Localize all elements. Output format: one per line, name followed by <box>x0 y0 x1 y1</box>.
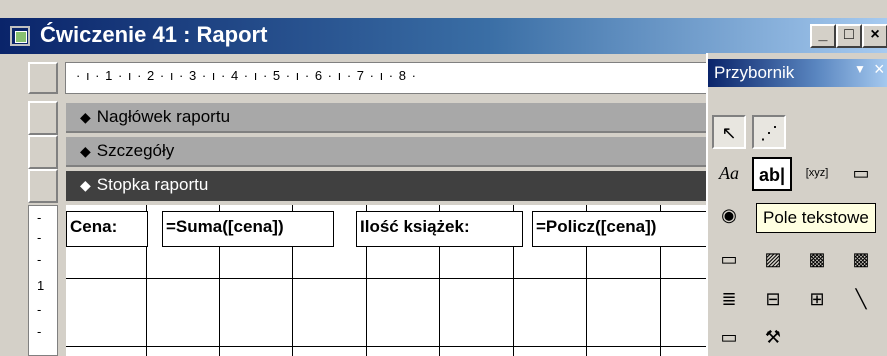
option-button-icon[interactable]: ◉ <box>712 199 746 233</box>
pointer-icon[interactable]: ↖ <box>712 115 746 149</box>
page-break-icon[interactable]: ≣ <box>712 283 746 317</box>
toolbox-menu-icon[interactable]: ▼ <box>854 62 866 76</box>
textbox-sum[interactable]: =Suma([cena]) <box>162 211 334 247</box>
ruler-tick: - <box>37 324 42 339</box>
line-icon[interactable]: ╲ <box>844 283 878 317</box>
subreport-icon[interactable]: ⊞ <box>800 283 834 317</box>
section-selector-detail[interactable] <box>28 135 58 169</box>
ruler-tick: - <box>37 252 42 267</box>
section-arrow-icon: ◆ <box>80 109 91 125</box>
section-label: Nagłówek raportu <box>96 107 231 126</box>
section-arrow-icon: ◆ <box>80 143 91 159</box>
toolbox-title: Przybornik <box>714 63 795 82</box>
ruler-tick: - <box>37 302 42 317</box>
more-controls-icon[interactable]: ⚒ <box>756 321 790 355</box>
grid-line <box>66 278 716 279</box>
option-group-icon[interactable]: [xyz] <box>800 157 834 191</box>
ruler-tick: 1 <box>37 278 45 293</box>
rectangle-icon[interactable]: ▭ <box>712 321 746 355</box>
bound-object-icon[interactable]: ▩ <box>844 243 878 277</box>
vertical-ruler[interactable]: - - - 1 - - <box>28 205 58 356</box>
toolbox-close-icon[interactable]: × <box>874 59 885 80</box>
control-wizard-icon[interactable]: ⋰ <box>752 115 786 149</box>
section-bar-report-footer[interactable]: ◆ Stopka raportu <box>66 171 716 201</box>
section-selector-footer[interactable] <box>28 169 58 203</box>
horizontal-ruler[interactable]: · ı · 1 · ı · 2 · ı · 3 · ı · 4 · ı · 5 … <box>65 62 715 94</box>
combo-box-icon[interactable]: ▭ <box>712 243 746 277</box>
label-book-count[interactable]: Ilość książek: <box>356 211 523 247</box>
report-icon[interactable] <box>10 26 30 46</box>
minimize-button[interactable]: _ <box>810 24 836 48</box>
unbound-object-icon[interactable]: ▩ <box>800 243 834 277</box>
toolbox-title-bar[interactable]: Przybornik ▼ × <box>708 59 887 87</box>
close-button[interactable]: × <box>862 24 887 48</box>
section-bar-report-header[interactable]: ◆ Nagłówek raportu <box>66 103 716 133</box>
toggle-button-icon[interactable]: ▭ <box>844 157 878 191</box>
section-selector-header[interactable] <box>28 101 58 135</box>
section-label: Szczegóły <box>96 141 175 160</box>
maximize-button[interactable]: □ <box>836 24 862 48</box>
tab-control-icon[interactable]: ⊟ <box>756 283 790 317</box>
section-label: Stopka raportu <box>96 175 209 194</box>
label-icon[interactable]: Aa <box>712 157 746 191</box>
window-title: Ćwiczenie 41 : Raport <box>40 22 268 47</box>
textbox-count[interactable]: =Policz([cena]) <box>532 211 712 247</box>
report-design-area: · ı · 1 · ı · 2 · ı · 3 · ı · 4 · ı · 5 … <box>8 56 716 356</box>
text-box-icon[interactable]: ab| <box>752 157 792 191</box>
image-icon[interactable]: ▨ <box>756 243 790 277</box>
ruler-tick: - <box>37 210 42 225</box>
section-bar-detail[interactable]: ◆ Szczegóły <box>66 137 716 167</box>
title-bar[interactable]: Ćwiczenie 41 : Raport _ □ × <box>0 18 887 54</box>
section-arrow-icon: ◆ <box>80 177 91 193</box>
tooltip: Pole tekstowe <box>756 203 876 233</box>
report-footer-section[interactable]: Cena: =Suma([cena]) Ilość książek: =Poli… <box>66 205 716 356</box>
ruler-tick: - <box>37 230 42 245</box>
label-cena[interactable]: Cena: <box>66 211 148 247</box>
grid-line <box>66 346 716 347</box>
report-selector[interactable] <box>28 62 58 94</box>
report-design-window: Ćwiczenie 41 : Raport _ □ × · ı · 1 · ı … <box>0 0 887 356</box>
